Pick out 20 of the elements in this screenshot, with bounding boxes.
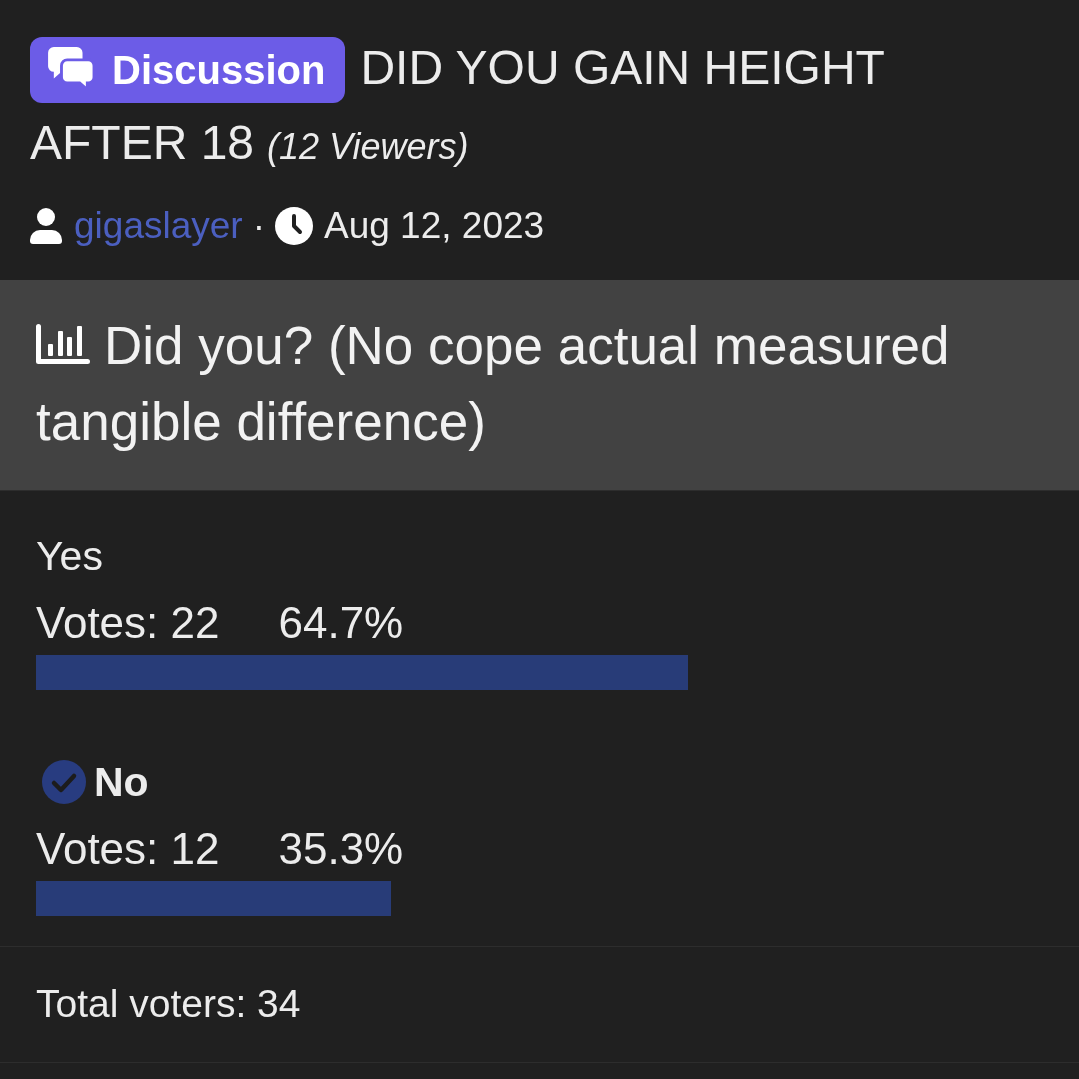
thread-title: DID YOU GAIN HEIGHT: [360, 41, 885, 94]
option-label: Yes: [36, 532, 103, 580]
vote-percent: 35.3%: [278, 824, 404, 874]
option-label: No: [94, 758, 149, 806]
clock-icon: [275, 207, 313, 245]
vote-count: Votes: 22: [36, 598, 220, 648]
post-date: Aug 12, 2023: [324, 205, 545, 247]
separator-dot: ·: [252, 205, 265, 247]
thread-title: AFTER 18: [30, 116, 255, 169]
vote-count: Votes: 12: [36, 824, 220, 874]
poll-question: tangible difference): [36, 392, 486, 451]
poll-question: Did you? (No cope actual measured: [104, 316, 950, 375]
viewer-count: (12 Viewers): [267, 126, 469, 167]
total-voters: Total voters: 34: [36, 982, 301, 1025]
checkmark-icon: [42, 760, 86, 804]
bar-chart-icon: [36, 324, 90, 364]
vote-percent: 64.7%: [278, 598, 404, 648]
user-icon: [30, 208, 62, 244]
badge-label: Discussion: [112, 48, 326, 92]
author-link[interactable]: gigaslayer: [74, 205, 243, 247]
